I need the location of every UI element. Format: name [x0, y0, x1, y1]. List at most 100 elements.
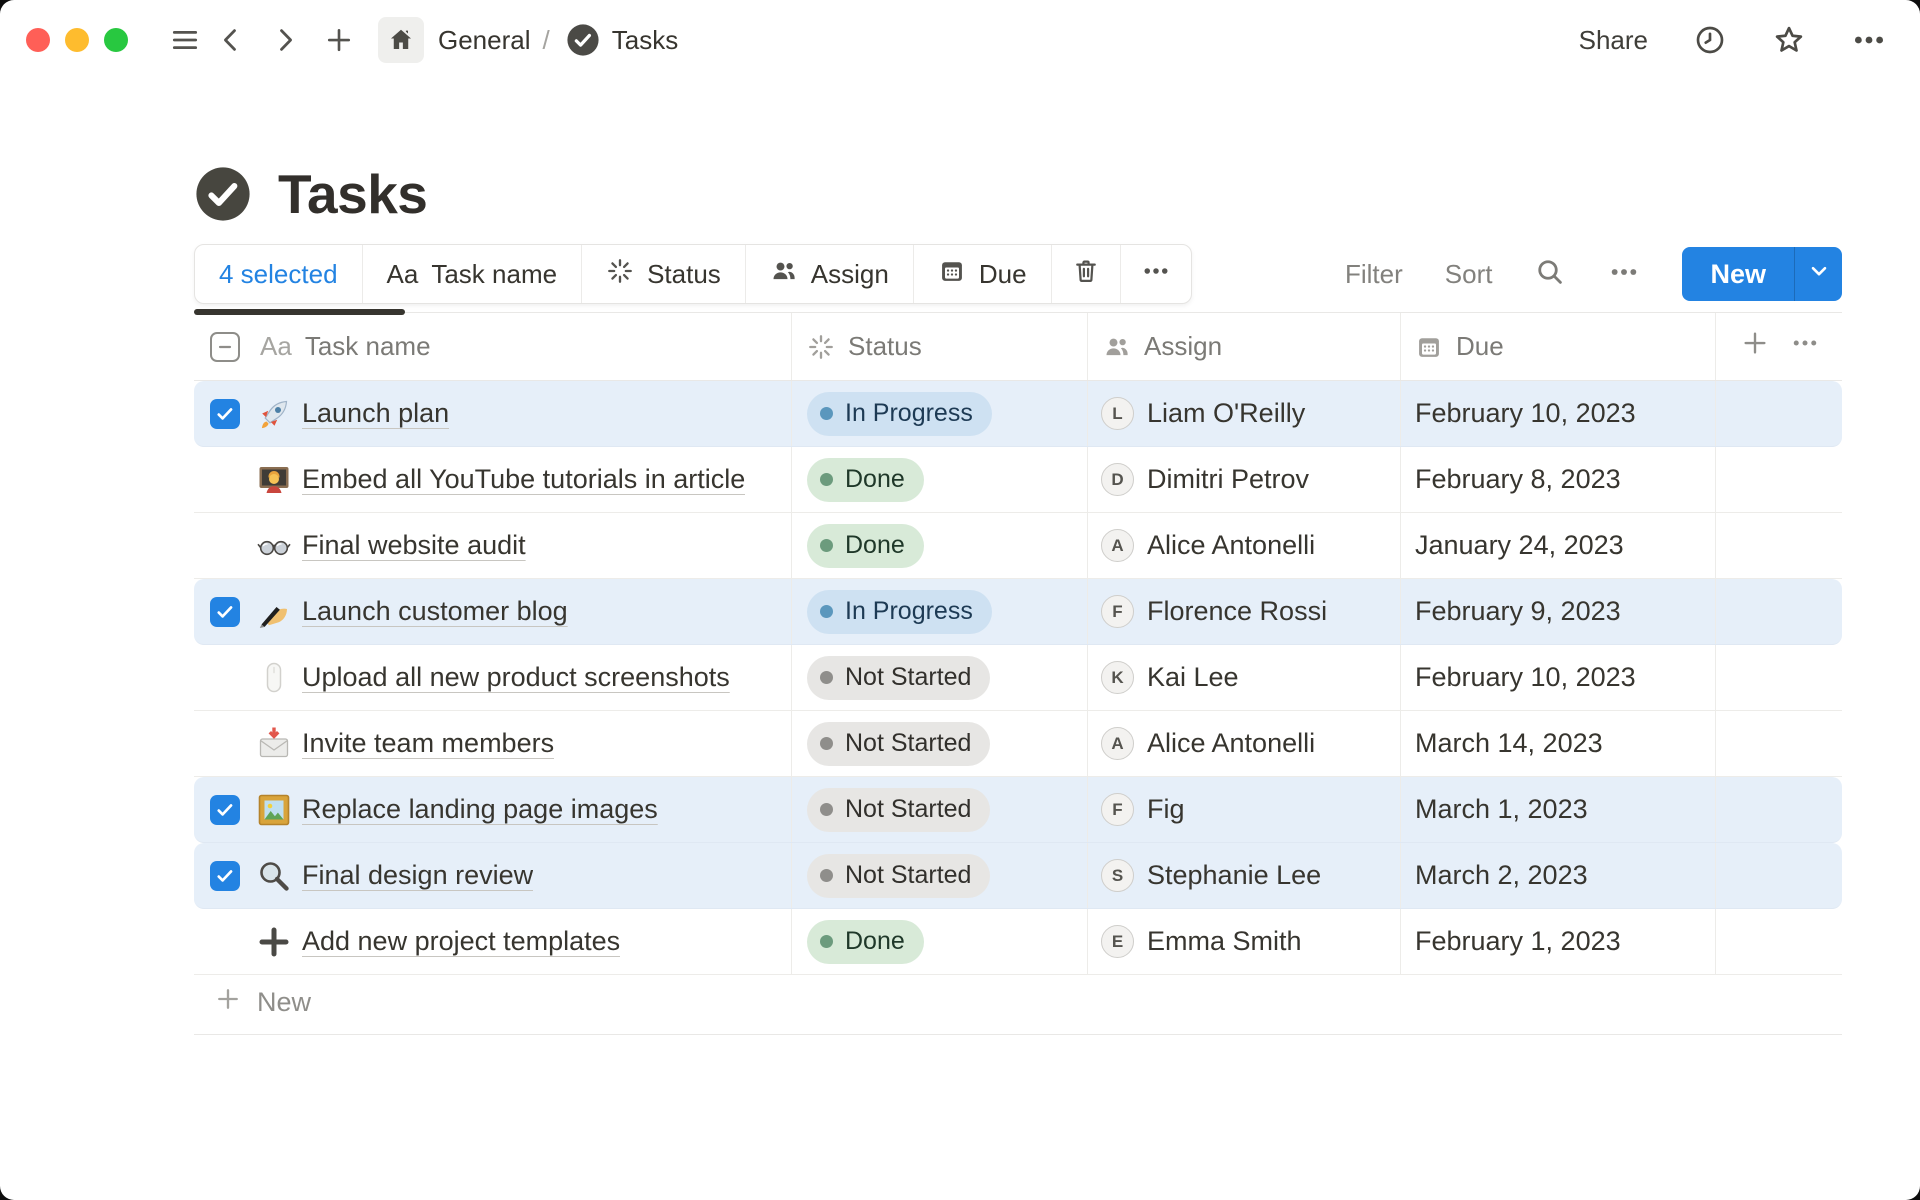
status-cell[interactable]: Done	[791, 513, 1087, 578]
selected-count-button[interactable]: 4 selected	[195, 245, 363, 303]
breadcrumb-workspace[interactable]: General	[438, 25, 531, 56]
column-header-status[interactable]: Status	[791, 313, 1087, 380]
new-dropdown-button[interactable]	[1794, 247, 1842, 301]
breadcrumb-page[interactable]: Tasks	[612, 25, 678, 56]
new-button[interactable]: New	[1682, 247, 1794, 301]
task-name-cell[interactable]: Launch plan	[194, 381, 791, 446]
favorite-star-button[interactable]	[1772, 23, 1806, 57]
row-checkbox[interactable]	[210, 861, 240, 891]
assign-cell[interactable]: FFig	[1087, 777, 1400, 842]
property-assign-button[interactable]: Assign	[746, 245, 914, 303]
task-name-cell[interactable]: Final design review	[194, 843, 791, 908]
task-title-link[interactable]: Replace landing page images	[302, 794, 658, 825]
task-name-cell[interactable]: Launch customer blog	[194, 579, 791, 644]
status-cell[interactable]: Not Started	[791, 645, 1087, 710]
due-cell[interactable]: January 24, 2023	[1400, 513, 1715, 578]
active-view-indicator[interactable]	[194, 309, 405, 315]
task-row[interactable]: Launch plan In ProgressLLiam O'ReillyFebr…	[194, 381, 1842, 447]
row-checkbox[interactable]	[210, 597, 240, 627]
task-row[interactable]: Final design review Not StartedSStephanie…	[194, 843, 1842, 909]
status-cell[interactable]: Not Started	[791, 777, 1087, 842]
delete-selected-button[interactable]	[1052, 245, 1121, 303]
due-cell[interactable]: February 10, 2023	[1400, 645, 1715, 710]
task-row[interactable]: Add new project templates DoneEEmma Smith…	[194, 909, 1842, 975]
task-row[interactable]: Upload all new product screenshots Not St…	[194, 645, 1842, 711]
sidebar-menu-button[interactable]	[162, 17, 208, 63]
column-header-due[interactable]: Due	[1400, 313, 1715, 380]
task-name-cell[interactable]: Upload all new product screenshots	[194, 645, 791, 710]
task-row[interactable]: Invite team members Not StartedAAlice Ant…	[194, 711, 1842, 777]
assign-cell[interactable]: SStephanie Lee	[1087, 843, 1400, 908]
task-name-cell[interactable]: Invite team members	[194, 711, 791, 776]
task-title-link[interactable]: Final website audit	[302, 530, 526, 561]
minimize-window-button[interactable]	[65, 28, 89, 52]
filter-button[interactable]: Filter	[1345, 259, 1403, 290]
view-more-button[interactable]	[1608, 256, 1640, 293]
status-cell[interactable]: Done	[791, 909, 1087, 974]
row-checkbox[interactable]	[210, 399, 240, 429]
task-name-cell[interactable]: Replace landing page images	[194, 777, 791, 842]
add-column-button[interactable]	[1740, 328, 1770, 365]
row-checkbox[interactable]	[210, 795, 240, 825]
assign-cell[interactable]: FFlorence Rossi	[1087, 579, 1400, 644]
task-title-link[interactable]: Launch customer blog	[302, 596, 568, 627]
new-row-button[interactable]: New	[194, 975, 1842, 1029]
due-cell[interactable]: February 9, 2023	[1400, 579, 1715, 644]
row-trailing-cell	[1715, 381, 1842, 446]
task-name-cell[interactable]: Final website audit	[194, 513, 791, 578]
status-cell[interactable]: Done	[791, 447, 1087, 512]
due-date: January 24, 2023	[1415, 530, 1624, 561]
due-cell[interactable]: February 8, 2023	[1400, 447, 1715, 512]
task-title-link[interactable]: Add new project templates	[302, 926, 620, 957]
task-row[interactable]: Embed all YouTube tutorials in article Do…	[194, 447, 1842, 513]
table-options-button[interactable]	[1790, 328, 1820, 365]
due-cell[interactable]: February 10, 2023	[1400, 381, 1715, 446]
task-row[interactable]: Launch customer blog In ProgressFFlorence…	[194, 579, 1842, 645]
search-button[interactable]	[1534, 256, 1566, 293]
close-window-button[interactable]	[26, 28, 50, 52]
status-cell[interactable]: In Progress	[791, 381, 1087, 446]
task-row[interactable]: Final website audit DoneAAlice Antonelli J…	[194, 513, 1842, 579]
assign-cell[interactable]: DDimitri Petrov	[1087, 447, 1400, 512]
due-cell[interactable]: March 1, 2023	[1400, 777, 1715, 842]
task-title-link[interactable]: Embed all YouTube tutorials in article	[302, 464, 745, 495]
share-button[interactable]: Share	[1579, 25, 1648, 56]
zoom-window-button[interactable]	[104, 28, 128, 52]
status-dot-icon	[820, 869, 833, 882]
task-title-link[interactable]: Launch plan	[302, 398, 449, 429]
status-cell[interactable]: In Progress	[791, 579, 1087, 644]
property-due-button[interactable]: Due	[914, 245, 1052, 303]
due-cell[interactable]: February 1, 2023	[1400, 909, 1715, 974]
more-options-button[interactable]	[1852, 23, 1886, 57]
property-status-button[interactable]: Status	[582, 245, 746, 303]
page-title[interactable]: Tasks	[278, 162, 427, 226]
task-name-cell[interactable]: Embed all YouTube tutorials in article	[194, 447, 791, 512]
assign-cell[interactable]: LLiam O'Reilly	[1087, 381, 1400, 446]
task-name-cell[interactable]: Add new project templates	[194, 909, 791, 974]
status-cell[interactable]: Not Started	[791, 843, 1087, 908]
task-title-link[interactable]: Final design review	[302, 860, 533, 891]
assign-cell[interactable]: EEmma Smith	[1087, 909, 1400, 974]
status-cell[interactable]: Not Started	[791, 711, 1087, 776]
sort-button[interactable]: Sort	[1445, 259, 1493, 290]
due-cell[interactable]: March 14, 2023	[1400, 711, 1715, 776]
column-header-assign[interactable]: Assign	[1087, 313, 1400, 380]
property-task-name-button[interactable]: Aa Task name	[363, 245, 583, 303]
due-cell[interactable]: March 2, 2023	[1400, 843, 1715, 908]
home-button[interactable]	[378, 17, 424, 63]
avatar: F	[1101, 595, 1134, 628]
page-check-circle-icon[interactable]	[194, 165, 252, 223]
assign-cell[interactable]: AAlice Antonelli	[1087, 711, 1400, 776]
task-title-link[interactable]: Invite team members	[302, 728, 554, 759]
task-row[interactable]: Replace landing page images Not StartedFF…	[194, 777, 1842, 843]
back-button[interactable]	[208, 17, 254, 63]
select-all-checkbox[interactable]	[210, 332, 240, 362]
updates-clock-button[interactable]	[1694, 24, 1726, 56]
assign-cell[interactable]: AAlice Antonelli	[1087, 513, 1400, 578]
toolbar-more-button[interactable]	[1121, 245, 1191, 303]
forward-button[interactable]	[262, 17, 308, 63]
task-title-link[interactable]: Upload all new product screenshots	[302, 662, 730, 693]
new-page-button[interactable]	[316, 17, 362, 63]
column-header-task-name[interactable]: Aa Task name	[194, 313, 791, 380]
assign-cell[interactable]: KKai Lee	[1087, 645, 1400, 710]
